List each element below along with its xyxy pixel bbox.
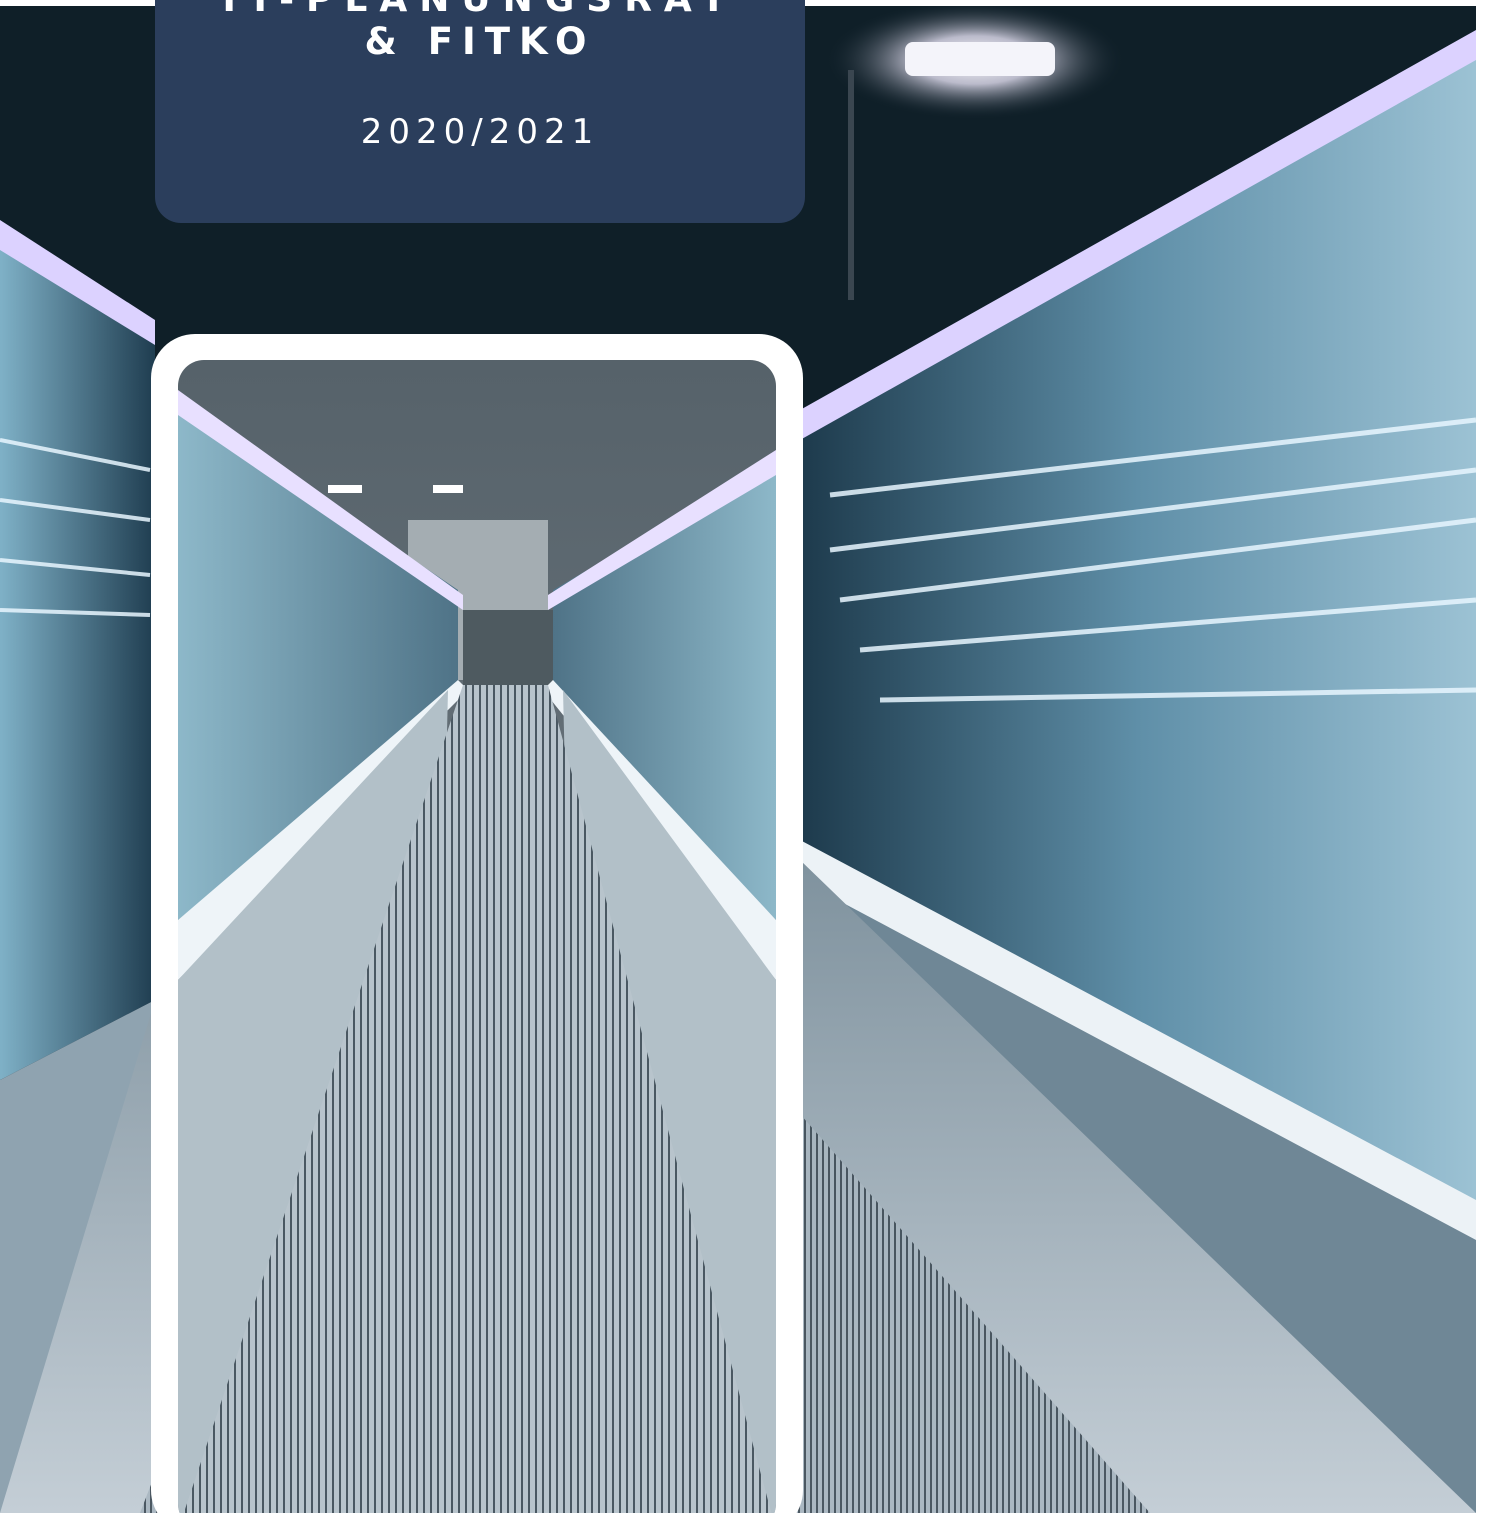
- inset-photo: [178, 360, 776, 1513]
- inset-photo-drawing: [178, 360, 776, 1513]
- title-line-2: & FITKO: [364, 20, 596, 63]
- title-line-1: IT-PLANUNGSRAT: [155, 0, 805, 20]
- report-cover: IT-PLANUNGSRAT & FITKO 2020/2021: [0, 0, 1490, 1513]
- report-period: 2020/2021: [360, 112, 600, 152]
- title-box: IT-PLANUNGSRAT & FITKO 2020/2021: [155, 0, 805, 223]
- right-margin: [1476, 0, 1490, 1513]
